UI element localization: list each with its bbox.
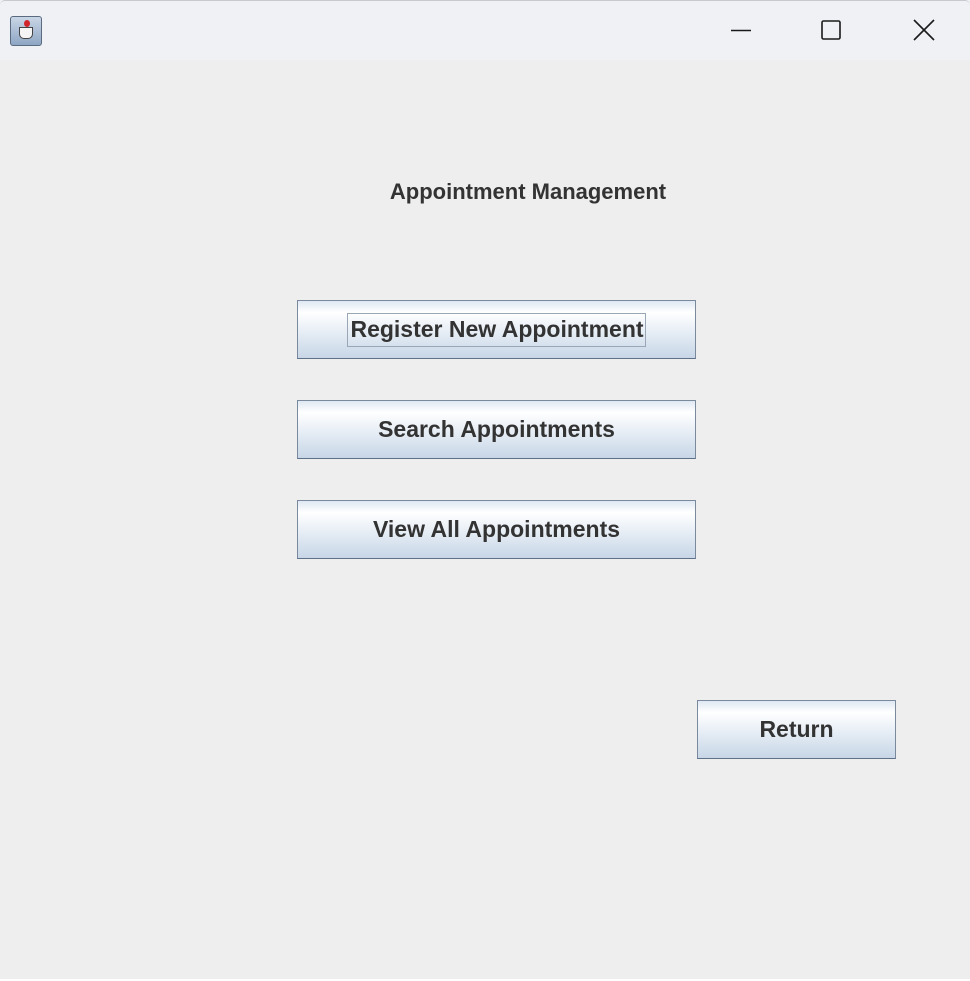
- maximize-icon: [821, 20, 841, 40]
- java-cup-shape: [19, 27, 33, 39]
- title-bar[interactable]: [0, 0, 970, 60]
- register-new-appointment-button[interactable]: Register New Appointment: [297, 300, 696, 359]
- view-all-button-label: View All Appointments: [372, 516, 621, 542]
- java-cup-icon[interactable]: [10, 16, 42, 46]
- minimize-icon: [731, 29, 751, 32]
- return-button-label: Return: [759, 716, 834, 742]
- minimize-button[interactable]: [695, 0, 787, 60]
- search-appointments-button[interactable]: Search Appointments: [297, 400, 696, 459]
- register-button-label: Register New Appointment: [350, 315, 644, 342]
- page-title: Appointment Management: [389, 179, 667, 204]
- focus-indicator: Register New Appointment: [347, 312, 646, 347]
- search-button-label: Search Appointments: [378, 416, 615, 442]
- application-window: Appointment Management Register New Appo…: [0, 0, 970, 981]
- view-all-appointments-button[interactable]: View All Appointments: [297, 500, 696, 559]
- close-button[interactable]: [878, 0, 970, 60]
- java-flame-shape: [24, 20, 30, 27]
- return-button[interactable]: Return: [697, 700, 896, 759]
- maximize-button[interactable]: [785, 0, 877, 60]
- close-icon: [913, 19, 935, 41]
